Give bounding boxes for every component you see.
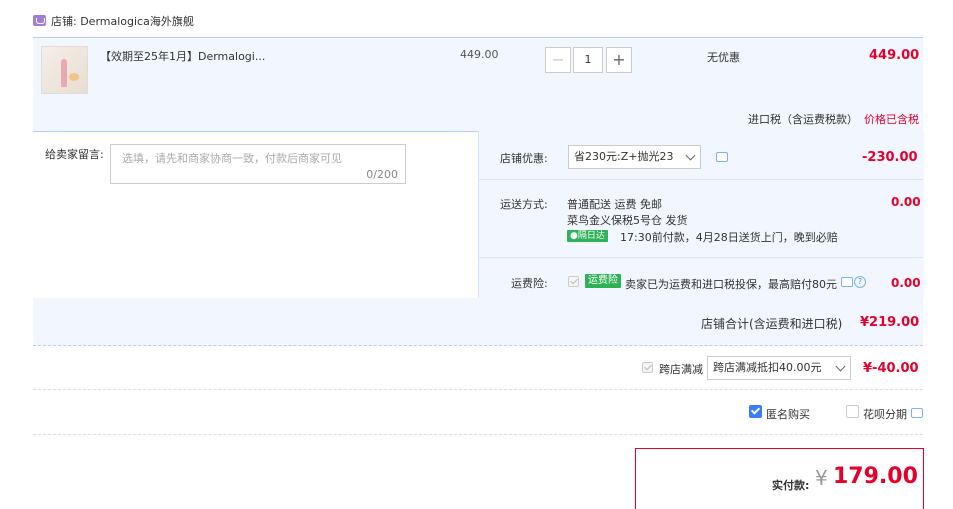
cross-store-label: 跨店满减 [659,363,703,376]
divider [33,389,923,390]
insurance-label: 运费险: [511,277,548,290]
currency-symbol: ¥ [815,466,828,490]
installment-checkbox[interactable] [846,405,859,418]
anonymous-checkbox[interactable] [749,405,762,418]
shop-discount-value: 省230元:Z+抛光23 [574,150,674,163]
store-icon [33,15,46,26]
installment-label: 花呗分期 [863,408,907,421]
shop-discount-label: 店铺优惠: [500,152,548,165]
decrease-button[interactable]: − [545,47,571,73]
item-price: 449.00 [460,48,499,61]
message-label: 给卖家留言: [45,148,104,161]
store-name[interactable]: 店铺: Dermalogica海外旗舰 [51,13,194,29]
message-counter: 0/200 [366,168,398,181]
shop-discount-select[interactable]: 省230元:Z+抛光23 [568,145,701,169]
payment-label: 实付款: [772,479,810,492]
shipping-line1: 普通配送 运费 免邮 [567,198,662,211]
item-title[interactable]: 【效期至25年1月】Dermalogi... [100,48,265,64]
cross-store-amount: ¥-40.00 [863,361,919,376]
cross-store-value: 跨店满减抵扣40.00元 [713,361,822,374]
increase-button[interactable]: + [606,47,632,73]
chat-icon[interactable] [716,152,728,162]
anonymous-label: 匿名购买 [766,408,810,421]
store-total-label: 店铺合计(含运费和进口税) [701,317,843,331]
shipping-label: 运送方式: [500,198,548,211]
payment-amount: 179.00 [833,464,918,489]
insurance-amount: 0.00 [891,276,921,290]
cross-store-checkbox[interactable] [642,362,653,373]
store-total-amount: ¥219.00 [860,315,920,330]
clock-icon: ● [570,231,578,241]
next-day-badge-label: 隔日达 [577,231,605,241]
insurance-checkbox[interactable] [568,276,579,287]
divider [33,434,923,435]
product-thumbnail[interactable] [41,46,88,94]
shipping-line3: 17:30前付款，4月28日送货上门，晚到必赔 [620,231,838,244]
item-discount: 无优惠 [707,51,740,64]
insurance-desc: 卖家已为运费和进口税投保，最高赔付80元 [625,278,837,291]
chevron-down-icon [835,361,846,372]
cross-store-select[interactable]: 跨店满减抵扣40.00元 [707,356,851,380]
chat-icon[interactable] [911,408,923,418]
next-day-badge: ●隔日达 [567,230,608,242]
item-subtotal: 449.00 [869,48,920,63]
tax-label: 进口税（含运费税款） [748,113,858,126]
shop-discount-amount: -230.00 [862,150,918,165]
help-icon[interactable]: ? [854,276,866,288]
shipping-line2: 菜鸟金义保税5号仓 发货 [567,214,688,227]
chevron-down-icon [685,150,696,161]
tax-status: 价格已含税 [864,113,919,126]
message-placeholder: 选填，请先和商家协商一致，付款后商家可见 [122,152,342,165]
chat-icon[interactable] [841,277,853,287]
shipping-amount: 0.00 [891,195,921,209]
message-input[interactable]: 选填，请先和商家协商一致，付款后商家可见 0/200 [110,144,406,184]
insurance-badge: 运费险 [585,274,621,288]
quantity-input[interactable]: 1 [573,47,603,73]
